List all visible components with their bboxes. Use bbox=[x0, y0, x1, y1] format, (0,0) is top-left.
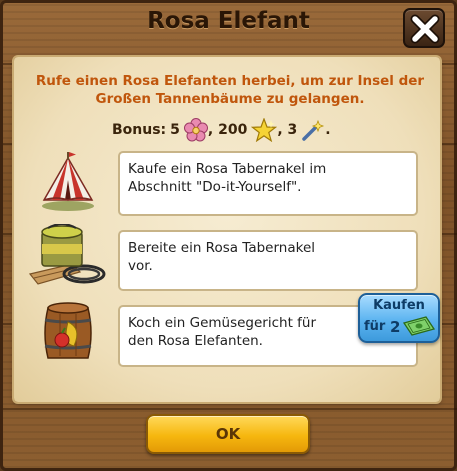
green-bill-icon bbox=[402, 316, 436, 336]
ok-button[interactable]: OK bbox=[146, 414, 310, 454]
gold-star-icon bbox=[251, 118, 278, 142]
magic-wand-icon bbox=[302, 119, 325, 141]
task-box: Kaufe ein Rosa Tabernakel im Abschnitt "… bbox=[118, 151, 418, 216]
buy-button[interactable]: Kaufen für 2 bbox=[358, 293, 440, 343]
wood-plank-divider bbox=[3, 408, 457, 410]
quest-description: Rufe einen Rosa Elefanten herbei, um zur… bbox=[30, 72, 430, 108]
barrel-icon bbox=[44, 302, 92, 359]
bonus-flower-value: 5 bbox=[170, 122, 180, 138]
quest-description-line: Großen Tannenbäume zu gelangen. bbox=[95, 91, 365, 107]
close-button[interactable] bbox=[403, 8, 445, 48]
quest-description-line: Rufe einen Rosa Elefanten herbei, um zur… bbox=[35, 73, 425, 89]
task-text-line: vor. bbox=[128, 258, 153, 274]
bonus-wand-value: , 3 bbox=[277, 122, 298, 138]
task-text-line: Kaufe ein Rosa Tabernakel im bbox=[128, 161, 327, 177]
bonus-coins-value: , 200 bbox=[207, 122, 248, 138]
paint-bucket-icon bbox=[28, 224, 106, 285]
bonus-label: Bonus: bbox=[112, 122, 167, 138]
close-icon bbox=[410, 14, 440, 44]
task-text-line: Abschnitt "Do-it-Yourself". bbox=[128, 179, 302, 195]
buy-for-label: für bbox=[364, 319, 386, 334]
dialog-title: Rosa Elefant bbox=[147, 8, 310, 34]
bonus-end: . bbox=[325, 122, 331, 138]
tent-icon bbox=[42, 152, 94, 211]
buy-button-label: Kaufen bbox=[373, 298, 425, 313]
bonus-row: Bonus: 5 , 200 , 3 . bbox=[112, 117, 331, 143]
task-text-line: Bereite ein Rosa Tabernakel bbox=[128, 240, 315, 256]
pink-flower-icon bbox=[183, 118, 208, 142]
task-box: Bereite ein Rosa Tabernakel vor. bbox=[118, 230, 418, 291]
buy-cost: 2 bbox=[390, 318, 401, 336]
